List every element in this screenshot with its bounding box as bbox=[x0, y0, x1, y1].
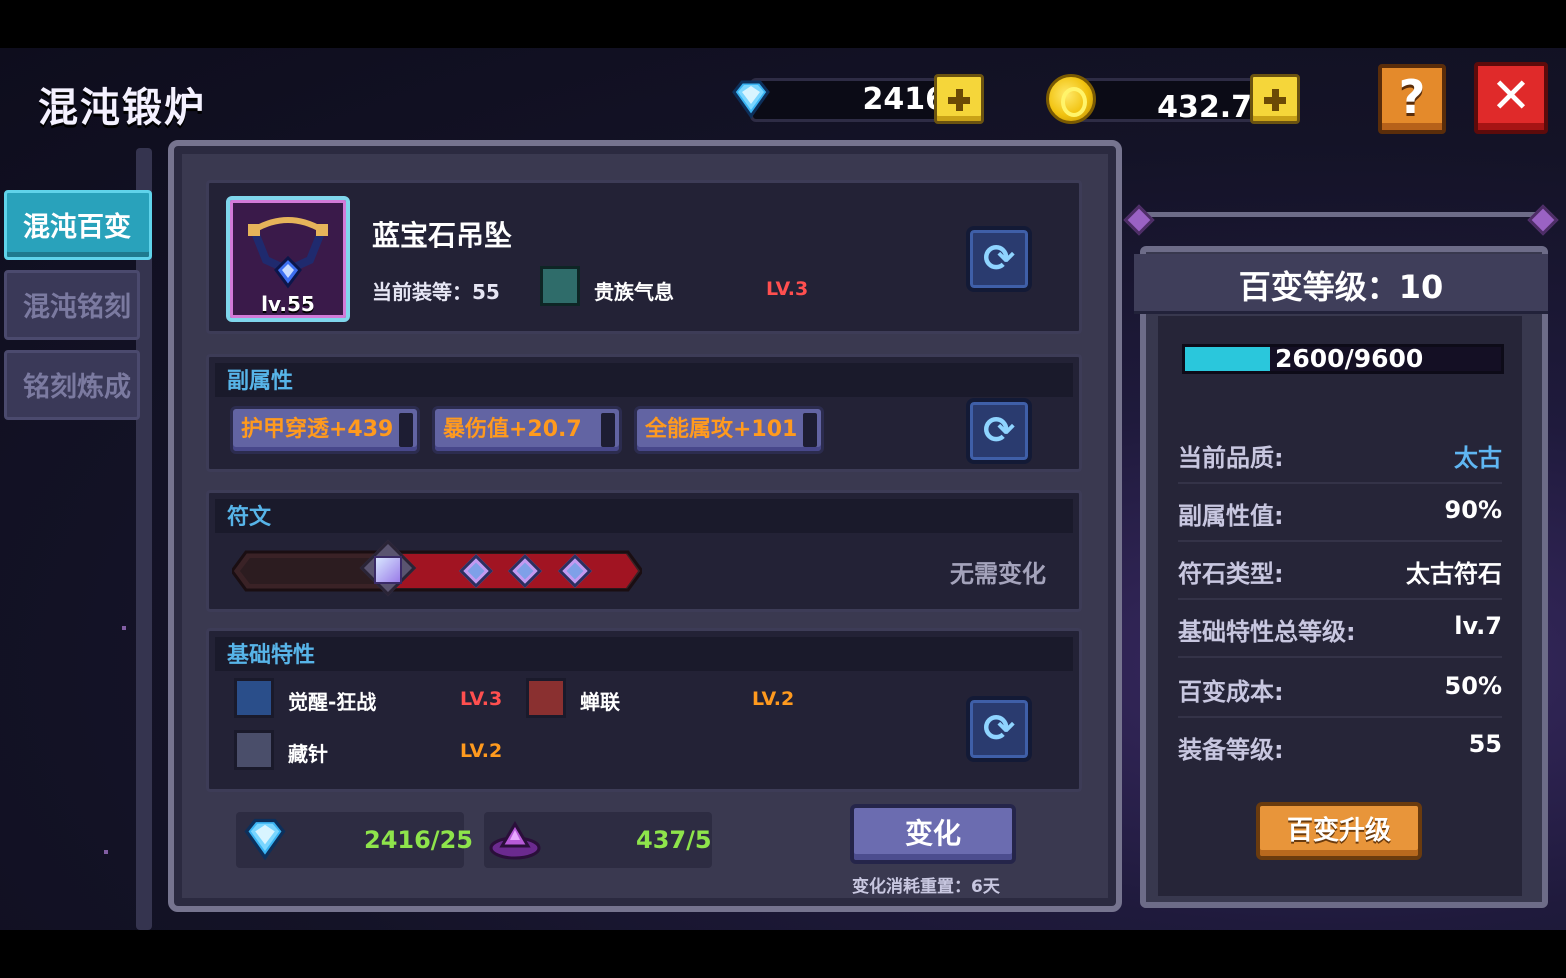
blue-gem-icon bbox=[732, 80, 770, 119]
reroll-sub-attributes-button[interactable] bbox=[966, 398, 1032, 464]
item-level-badge: lv.55 bbox=[261, 292, 315, 316]
stat-row-quality: 当前品质: 太古 bbox=[1178, 426, 1502, 484]
rune-strip bbox=[232, 539, 642, 597]
section-header bbox=[215, 363, 1073, 397]
stat-row-trait-level: 基础特性总等级: lv.7 bbox=[1178, 600, 1502, 658]
background-star bbox=[104, 850, 108, 854]
stat-key: 当前品质: bbox=[1178, 444, 1284, 472]
stat-key: 百变成本: bbox=[1178, 678, 1284, 706]
exp-progress-fill bbox=[1185, 347, 1271, 371]
trait-name: 蝉联 bbox=[580, 690, 620, 714]
gem-cost: 2416/25 bbox=[364, 826, 473, 854]
trait-name: 觉醒-狂战 bbox=[288, 690, 377, 714]
trait-level: LV.3 bbox=[460, 688, 503, 710]
panel-ornament bbox=[1130, 212, 1552, 242]
add-gems-button[interactable] bbox=[934, 74, 984, 124]
sub-attribute-pill[interactable]: 暴伤值+20.7 bbox=[432, 406, 622, 454]
item-slot[interactable]: lv.55 bbox=[226, 196, 350, 322]
tab-inscription-forge[interactable]: 铭刻炼成 bbox=[4, 350, 140, 420]
awaken-berserk-icon bbox=[234, 678, 274, 718]
transform-level-title: 百变等级：10 bbox=[1238, 268, 1444, 306]
item-current-level: 当前装等：55 bbox=[372, 280, 500, 304]
gold-currency: 432.7万 bbox=[1046, 74, 1304, 125]
rune-status: 无需变化 bbox=[950, 560, 1046, 588]
item-name: 蓝宝石吊坠 bbox=[372, 219, 513, 252]
reroll-item-button[interactable] bbox=[966, 226, 1032, 292]
gold-coin-icon bbox=[1046, 74, 1096, 124]
crystal-cost: 437/5 bbox=[636, 826, 712, 854]
tab-rail bbox=[136, 148, 152, 930]
hidden-needle-icon bbox=[234, 730, 274, 770]
stat-value: 50% bbox=[1444, 672, 1502, 700]
stat-key: 装备等级: bbox=[1178, 736, 1284, 764]
stat-key: 基础特性总等级: bbox=[1178, 618, 1356, 646]
stat-row-sub-attribute: 副属性值: 90% bbox=[1178, 484, 1502, 542]
stat-value: 55 bbox=[1468, 730, 1502, 758]
exp-text: 2600/9600 bbox=[1275, 344, 1424, 373]
gem-currency: 2416 bbox=[728, 74, 986, 124]
section-label: 基础特性 bbox=[227, 643, 316, 668]
trait-level: LV.2 bbox=[752, 688, 795, 710]
stat-row-rune-type: 符石类型: 太古符石 bbox=[1178, 542, 1502, 600]
stat-row-equip-level: 装备等级: 55 bbox=[1178, 718, 1502, 776]
tab-chaos-transform[interactable]: 混沌百变 bbox=[4, 190, 152, 260]
section-label: 符文 bbox=[227, 505, 272, 530]
transform-upgrade-button[interactable]: 百变升级 bbox=[1256, 802, 1422, 860]
chain-icon bbox=[526, 678, 566, 718]
trait-level: LV.2 bbox=[460, 740, 503, 762]
sub-attribute-pill[interactable]: 全能属攻+101 bbox=[634, 406, 824, 454]
tab-chaos-inscription[interactable]: 混沌铭刻 bbox=[4, 270, 140, 340]
purple-crystal-pile-icon bbox=[489, 821, 541, 860]
stat-key: 符石类型: bbox=[1178, 560, 1284, 588]
page-title: 混沌锻炉 bbox=[38, 85, 206, 131]
background-star bbox=[122, 626, 126, 630]
stat-value: 太古 bbox=[1454, 444, 1502, 472]
stat-row-transform-cost: 百变成本: 50% bbox=[1178, 660, 1502, 718]
blue-gem-icon bbox=[244, 818, 286, 861]
help-button[interactable]: ? bbox=[1378, 64, 1446, 134]
reroll-traits-button[interactable] bbox=[966, 696, 1032, 762]
main-rune-icon[interactable] bbox=[374, 556, 402, 584]
stat-value: lv.7 bbox=[1454, 612, 1502, 640]
section-label: 副属性 bbox=[227, 369, 294, 394]
close-button[interactable]: ✕ bbox=[1474, 62, 1548, 134]
pendant-icon bbox=[248, 217, 328, 289]
perk-level: LV.3 bbox=[766, 278, 809, 300]
change-reset-note: 变化消耗重置：6天 bbox=[852, 877, 1000, 897]
perk-name: 贵族气息 bbox=[594, 280, 674, 304]
trait-name: 藏针 bbox=[288, 742, 328, 766]
exp-progress-bar: 2600/9600 bbox=[1182, 344, 1504, 374]
transform-level-header: 百变等级：10 bbox=[1134, 254, 1548, 314]
stat-value: 90% bbox=[1444, 496, 1502, 524]
sub-attribute-pill[interactable]: 护甲穿透+439 bbox=[230, 406, 420, 454]
stat-key: 副属性值: bbox=[1178, 502, 1284, 530]
change-button[interactable]: 变化 bbox=[850, 804, 1016, 864]
section-header bbox=[215, 499, 1073, 533]
gem-amount: 2416 bbox=[862, 82, 947, 117]
section-header bbox=[215, 637, 1073, 671]
add-gold-button[interactable] bbox=[1250, 74, 1300, 124]
stat-value: 太古符石 bbox=[1406, 560, 1502, 588]
noble-aura-icon bbox=[540, 266, 580, 306]
